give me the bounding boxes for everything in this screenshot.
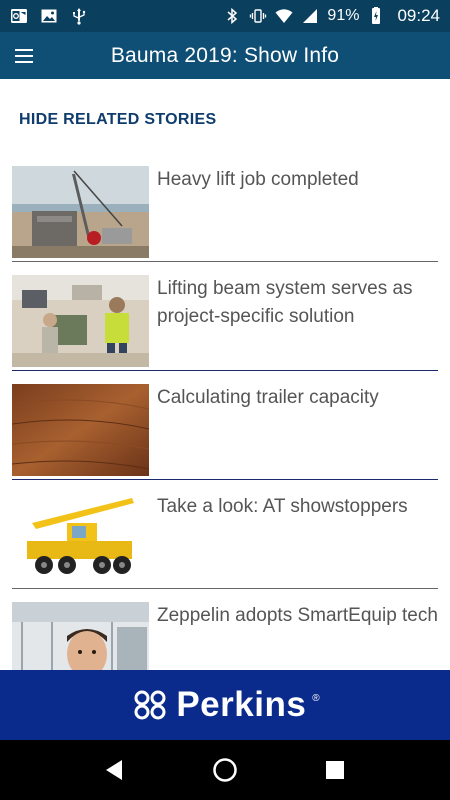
status-right-icons: 91% 09:24: [223, 6, 440, 26]
outlook-icon: [10, 7, 28, 25]
story-item[interactable]: Take a look: AT showstoppers: [12, 493, 438, 601]
ad-banner[interactable]: Perkins ®: [0, 670, 450, 740]
related-stories-section: HIDE RELATED STORIES Heavy lift job comp…: [0, 79, 450, 670]
clock: 09:24: [397, 6, 440, 25]
perkins-logo: Perkins ®: [130, 685, 320, 725]
story-item[interactable]: Lifting beam system serves as project-sp…: [12, 275, 438, 383]
vibrate-icon: [249, 7, 267, 25]
perkins-emblem-icon: [134, 690, 166, 720]
story-headline: Heavy lift job completed: [157, 169, 359, 190]
battery-percent: 91%: [327, 7, 360, 24]
story-thumbnail: [12, 166, 149, 258]
status-bar: 91% 09:24: [0, 0, 450, 32]
story-headline: Calculating trailer capacity: [157, 387, 379, 408]
wifi-icon: [275, 7, 293, 25]
divider: [12, 588, 438, 589]
signal-icon: [301, 7, 319, 25]
app-bar: Bauma 2019: Show Info: [0, 32, 450, 79]
story-thumbnail: [12, 602, 149, 670]
hide-related-stories-button[interactable]: HIDE RELATED STORIES: [19, 111, 216, 129]
story-headline: Lifting beam system serves as project-sp…: [157, 278, 413, 327]
story-item[interactable]: Calculating trailer capacity: [12, 384, 438, 492]
image-icon: [40, 7, 58, 25]
story-thumbnail: [12, 275, 149, 367]
divider: [12, 479, 438, 480]
story-headline: Zeppelin adopts SmartEquip tech: [157, 605, 438, 626]
usb-icon: [70, 7, 88, 25]
divider: [12, 370, 438, 371]
back-icon[interactable]: [95, 750, 135, 790]
status-left-icons: [10, 7, 88, 25]
ad-brand-text: Perkins: [176, 685, 307, 724]
page-title: Bauma 2019: Show Info: [110, 43, 340, 67]
story-item[interactable]: Zeppelin adopts SmartEquip tech: [12, 602, 438, 670]
hamburger-menu-icon[interactable]: [4, 36, 44, 76]
home-icon[interactable]: [205, 750, 245, 790]
recents-icon[interactable]: [315, 750, 355, 790]
divider: [12, 261, 438, 262]
story-thumbnail: [12, 493, 149, 585]
story-headline: Take a look: AT showstoppers: [157, 496, 408, 517]
battery-icon: [367, 7, 385, 25]
story-item[interactable]: Heavy lift job completed: [12, 166, 438, 274]
bluetooth-icon: [223, 7, 241, 25]
story-thumbnail: [12, 384, 149, 476]
registered-mark: ®: [312, 693, 320, 704]
system-nav-bar: [0, 740, 450, 800]
